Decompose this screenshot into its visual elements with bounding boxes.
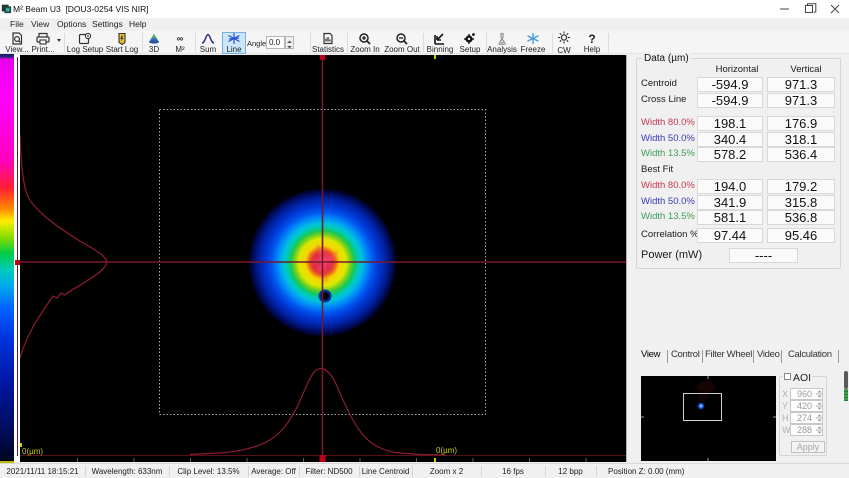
svg-text:?: ? (588, 32, 595, 45)
svg-text:0(µm): 0(µm) (22, 447, 43, 456)
svg-text:∞: ∞ (177, 34, 184, 44)
svg-text:0(µm): 0(µm) (436, 446, 457, 455)
